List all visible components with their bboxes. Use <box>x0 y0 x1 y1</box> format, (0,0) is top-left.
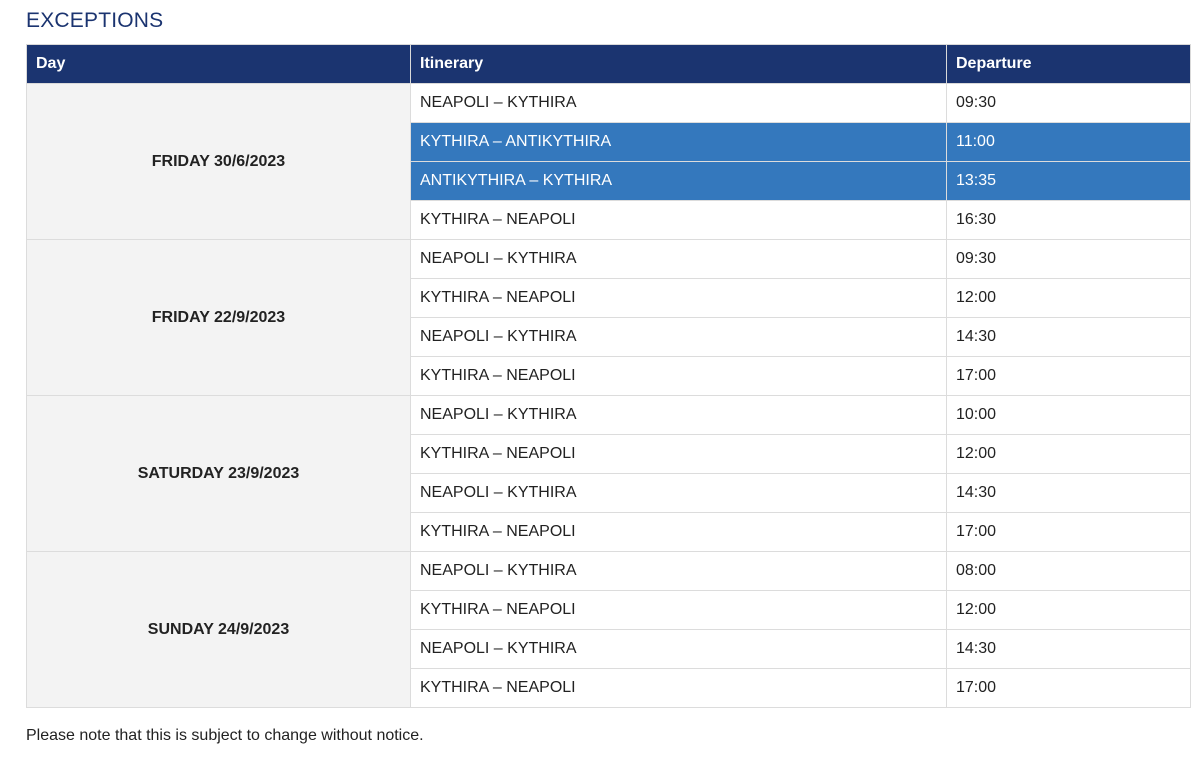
itinerary-cell: KYTHIRA – NEAPOLI <box>410 434 947 474</box>
section-title: EXCEPTIONS <box>26 9 164 32</box>
departure-cell: 17:00 <box>946 356 1191 396</box>
departure-cell: 09:30 <box>946 83 1191 123</box>
departure-cell: 10:00 <box>946 395 1191 435</box>
itinerary-cell: NEAPOLI – KYTHIRA <box>410 239 947 279</box>
table-body: FRIDAY 30/6/2023 NEAPOLI – KYTHIRA 09:30… <box>26 83 1191 708</box>
itinerary-cell: KYTHIRA – NEAPOLI <box>410 356 947 396</box>
table-row: FRIDAY 22/9/2023 NEAPOLI – KYTHIRA 09:30 <box>26 239 1191 396</box>
departure-cell: 17:00 <box>946 512 1191 552</box>
column-header-departure: Departure <box>946 44 1191 84</box>
disclaimer-note: Please note that this is subject to chan… <box>26 727 424 744</box>
itinerary-cell: KYTHIRA – NEAPOLI <box>410 200 947 240</box>
itinerary-cell: ANTIKYTHIRA – KYTHIRA <box>410 161 947 201</box>
itinerary-cell: NEAPOLI – KYTHIRA <box>410 83 947 123</box>
departure-cell: 11:00 <box>946 122 1191 162</box>
departure-cell: 09:30 <box>946 239 1191 279</box>
day-cell: FRIDAY 30/6/2023 <box>26 83 411 240</box>
day-cell: FRIDAY 22/9/2023 <box>26 239 411 396</box>
column-header-itinerary: Itinerary <box>410 44 947 84</box>
departure-cell: 14:30 <box>946 629 1191 669</box>
header-row: Day Itinerary Departure <box>26 44 1191 84</box>
table-row: SUNDAY 24/9/2023 NEAPOLI – KYTHIRA 08:00 <box>26 551 1191 708</box>
departure-cell: 12:00 <box>946 434 1191 474</box>
departure-cell: 08:00 <box>946 551 1191 591</box>
departure-cell: 14:30 <box>946 317 1191 357</box>
exceptions-table: Day Itinerary Departure FRIDAY 30/6/2023… <box>26 44 1191 708</box>
itinerary-cell: KYTHIRA – ANTIKYTHIRA <box>410 122 947 162</box>
itinerary-cell: NEAPOLI – KYTHIRA <box>410 551 947 591</box>
table-row: SATURDAY 23/9/2023 NEAPOLI – KYTHIRA 10:… <box>26 395 1191 552</box>
itinerary-cell: NEAPOLI – KYTHIRA <box>410 629 947 669</box>
departure-cell: 12:00 <box>946 278 1191 318</box>
itinerary-cell: KYTHIRA – NEAPOLI <box>410 278 947 318</box>
table-header: Day Itinerary Departure <box>26 44 1191 84</box>
day-cell: SATURDAY 23/9/2023 <box>26 395 411 552</box>
itinerary-cell: KYTHIRA – NEAPOLI <box>410 668 947 708</box>
itinerary-cell: NEAPOLI – KYTHIRA <box>410 395 947 435</box>
departure-cell: 13:35 <box>946 161 1191 201</box>
day-cell: SUNDAY 24/9/2023 <box>26 551 411 708</box>
departure-cell: 17:00 <box>946 668 1191 708</box>
departure-cell: 14:30 <box>946 473 1191 513</box>
itinerary-cell: KYTHIRA – NEAPOLI <box>410 590 947 630</box>
column-header-day: Day <box>26 44 411 84</box>
itinerary-cell: NEAPOLI – KYTHIRA <box>410 317 947 357</box>
departure-cell: 12:00 <box>946 590 1191 630</box>
itinerary-cell: KYTHIRA – NEAPOLI <box>410 512 947 552</box>
departure-cell: 16:30 <box>946 200 1191 240</box>
table-row: FRIDAY 30/6/2023 NEAPOLI – KYTHIRA 09:30 <box>26 83 1191 240</box>
itinerary-cell: NEAPOLI – KYTHIRA <box>410 473 947 513</box>
